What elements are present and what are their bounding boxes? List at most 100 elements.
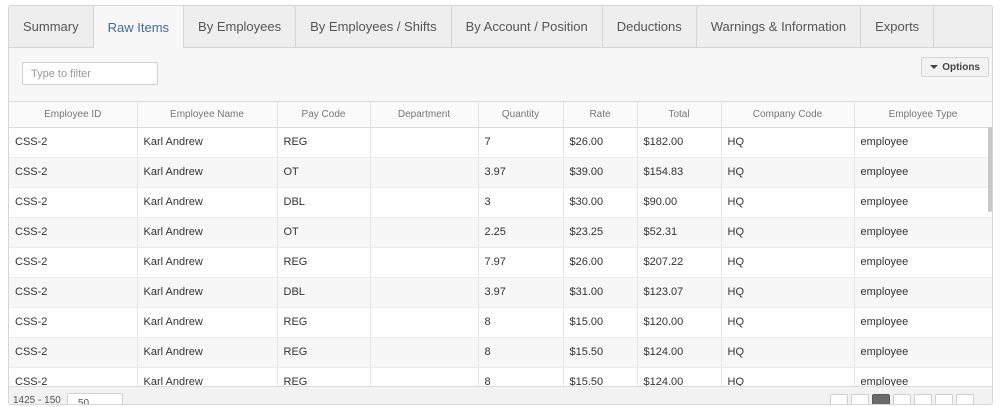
table-cell: $90.00 — [637, 187, 722, 218]
table-cell: REG — [277, 337, 371, 368]
table-row[interactable]: CSS-2 Karl Andrew REG 7.97 $26.00 $207.22 HQ em… — [9, 247, 992, 278]
column-header[interactable]: Employee Type — [854, 102, 992, 128]
table-cell: HQ — [721, 187, 855, 218]
table-cell — [370, 187, 479, 218]
vertical-scrollbar[interactable] — [988, 127, 992, 212]
tab-warnings-information[interactable]: Warnings & Information — [697, 6, 862, 47]
table-cell: HQ — [721, 247, 855, 278]
table-cell — [370, 247, 479, 278]
table-cell: employee — [854, 367, 992, 386]
options-label: Options — [942, 61, 980, 73]
table-cell: $182.00 — [637, 127, 722, 158]
page-button[interactable] — [893, 394, 911, 404]
tab-raw-items[interactable]: Raw Items — [93, 6, 185, 48]
column-header[interactable]: Department — [370, 102, 479, 128]
page-button-current[interactable] — [872, 394, 890, 404]
table-cell: employee — [854, 337, 992, 368]
table-row[interactable]: CSS-2 Karl Andrew DBL 3.97 $31.00 $123.07 HQ em… — [9, 277, 992, 308]
table-cell: $15.50 — [563, 337, 638, 368]
table-cell: HQ — [721, 307, 855, 338]
table-cell: $52.31 — [637, 217, 722, 248]
table-cell: $15.00 — [563, 307, 638, 338]
column-header[interactable]: Company Code — [721, 102, 855, 128]
table-cell: DBL — [277, 187, 371, 218]
options-button[interactable]: Options — [921, 57, 989, 77]
table-cell: REG — [277, 307, 371, 338]
tab-deductions[interactable]: Deductions — [603, 6, 697, 47]
table-row[interactable]: CSS-2 Karl Andrew OT 3.97 $39.00 $154.83 HQ emp… — [9, 157, 992, 188]
page-button[interactable] — [851, 394, 869, 404]
header-row: Employee ID Employee Name Pay Code Depar… — [9, 102, 992, 128]
table-cell: $15.50 — [563, 367, 638, 386]
filter-input[interactable] — [22, 62, 158, 85]
table-cell: $154.83 — [637, 157, 722, 188]
table-cell: HQ — [721, 157, 855, 188]
table-cell: CSS-2 — [9, 277, 138, 308]
table-cell: $123.07 — [637, 277, 722, 308]
table-cell: employee — [854, 217, 992, 248]
column-header[interactable]: Employee ID — [9, 102, 138, 128]
table-cell: CSS-2 — [9, 187, 138, 218]
column-header[interactable]: Total — [637, 102, 722, 128]
table-body: CSS-2 Karl Andrew REG 7 $26.00 $182.00 HQ emplo… — [9, 127, 992, 386]
table-cell: CSS-2 — [9, 247, 138, 278]
tab-exports[interactable]: Exports — [861, 6, 935, 47]
table-cell: $31.00 — [563, 277, 638, 308]
table-cell: Karl Andrew — [137, 127, 278, 158]
table-row[interactable]: CSS-2 Karl Andrew REG 8 $15.50 $124.00 HQ emplo… — [9, 337, 992, 368]
table-cell: OT — [277, 217, 371, 248]
page-button[interactable] — [914, 394, 932, 404]
table-cell: CSS-2 — [9, 337, 138, 368]
data-grid: Employee ID Employee Name Pay Code Depar… — [9, 101, 992, 386]
table-row[interactable]: CSS-2 Karl Andrew OT 2.25 $23.25 $52.31 HQ empl… — [9, 217, 992, 248]
table-cell: 2.25 — [478, 217, 564, 248]
table-row[interactable]: CSS-2 Karl Andrew DBL 3 $30.00 $90.00 HQ employ… — [9, 187, 992, 218]
table-row[interactable]: CSS-2 Karl Andrew REG 8 $15.50 $124.00 HQ emplo… — [9, 367, 992, 386]
column-header[interactable]: Quantity — [478, 102, 564, 128]
report-panel: Summary Raw Items By Employees By Employ… — [8, 5, 993, 405]
column-header[interactable]: Rate — [563, 102, 638, 128]
page-button[interactable] — [830, 394, 848, 404]
record-range: 1425 - 150 — [13, 395, 61, 405]
raw-items-table: Employee ID Employee Name Pay Code Depar… — [9, 102, 992, 386]
grid-footer: 1425 - 150 50 — [9, 386, 992, 405]
page-button[interactable] — [935, 394, 953, 404]
table-cell: employee — [854, 187, 992, 218]
tab-summary[interactable]: Summary — [9, 6, 94, 47]
table-cell: $124.00 — [637, 337, 722, 368]
tab-by-account-position[interactable]: By Account / Position — [452, 6, 603, 47]
table-cell — [370, 127, 479, 158]
table-cell: 7.97 — [478, 247, 564, 278]
table-cell: 3.97 — [478, 157, 564, 188]
table-cell — [370, 157, 479, 188]
table-cell: employee — [854, 307, 992, 338]
table-cell: Karl Andrew — [137, 367, 278, 386]
table-cell: Karl Andrew — [137, 157, 278, 188]
tab-by-employees[interactable]: By Employees — [184, 6, 297, 47]
table-cell: HQ — [721, 367, 855, 386]
table-cell: $124.00 — [637, 367, 722, 386]
column-header[interactable]: Pay Code — [277, 102, 371, 128]
table-cell: Karl Andrew — [137, 277, 278, 308]
table-row[interactable]: CSS-2 Karl Andrew REG 8 $15.00 $120.00 HQ emplo… — [9, 307, 992, 338]
table-cell: 7 — [478, 127, 564, 158]
table-cell: 3 — [478, 187, 564, 218]
table-cell: Karl Andrew — [137, 247, 278, 278]
table-cell: $120.00 — [637, 307, 722, 338]
table-cell: DBL — [277, 277, 371, 308]
column-header[interactable]: Employee Name — [137, 102, 278, 128]
tab-by-employees-shifts[interactable]: By Employees / Shifts — [296, 6, 452, 47]
table-cell: HQ — [721, 337, 855, 368]
table-cell: CSS-2 — [9, 127, 138, 158]
table-cell: $26.00 — [563, 127, 638, 158]
table-cell: HQ — [721, 127, 855, 158]
table-cell: employee — [854, 127, 992, 158]
table-cell — [370, 337, 479, 368]
tab-bar: Summary Raw Items By Employees By Employ… — [9, 6, 992, 48]
table-cell: 8 — [478, 367, 564, 386]
table-cell: Karl Andrew — [137, 187, 278, 218]
table-row[interactable]: CSS-2 Karl Andrew REG 7 $26.00 $182.00 HQ emplo… — [9, 127, 992, 158]
page-size-select[interactable]: 50 — [67, 393, 123, 404]
table-cell: OT — [277, 157, 371, 188]
page-button[interactable] — [956, 394, 974, 404]
